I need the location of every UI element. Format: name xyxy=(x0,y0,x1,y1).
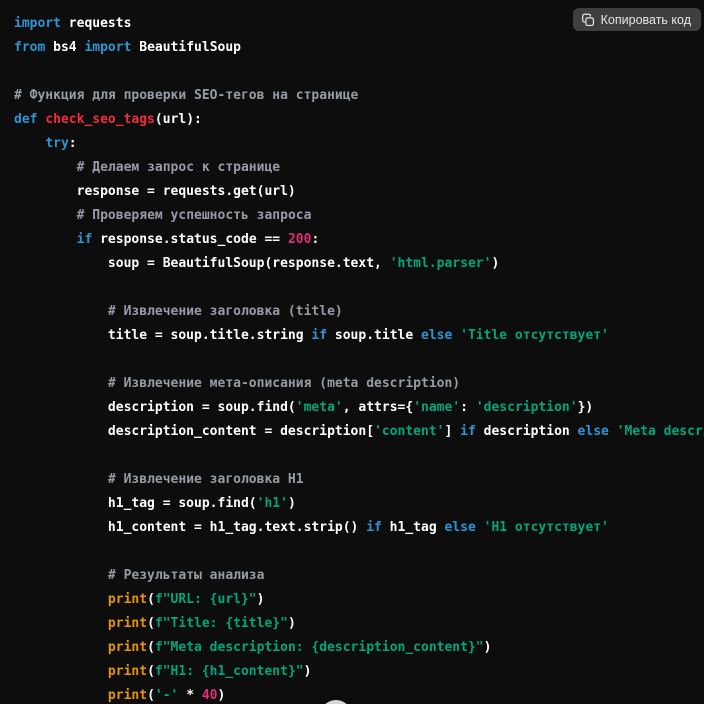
code-line: h1_content = h1_tag.text.strip() if h1_t… xyxy=(14,516,704,540)
code-line xyxy=(14,60,704,84)
code-line: if response.status_code == 200: xyxy=(14,228,704,252)
code-line: response = requests.get(url) xyxy=(14,180,704,204)
code-line: from bs4 import BeautifulSoup xyxy=(14,36,704,60)
code-line xyxy=(14,276,704,300)
code-line: try: xyxy=(14,132,704,156)
copy-code-button[interactable]: Копировать код xyxy=(573,8,701,31)
code-line: title = soup.title.string if soup.title … xyxy=(14,324,704,348)
code-line: soup = BeautifulSoup(response.text, 'htm… xyxy=(14,252,704,276)
code-line: print(f"Title: {title}") xyxy=(14,612,704,636)
code-line: def check_seo_tags(url): xyxy=(14,108,704,132)
code-content: import requestsfrom bs4 import Beautiful… xyxy=(0,0,704,704)
copy-icon xyxy=(581,13,595,27)
code-line xyxy=(14,444,704,468)
code-line: h1_tag = soup.find('h1') xyxy=(14,492,704,516)
code-line: description = soup.find('meta', attrs={'… xyxy=(14,396,704,420)
code-line: # Функция для проверки SEO-тегов на стра… xyxy=(14,84,704,108)
code-block: import requestsfrom bs4 import Beautiful… xyxy=(0,0,704,704)
code-line: # Извлечение заголовка H1 xyxy=(14,468,704,492)
code-line: print(f"H1: {h1_content}") xyxy=(14,660,704,684)
code-line: # Делаем запрос к странице xyxy=(14,156,704,180)
code-line: # Результаты анализа xyxy=(14,564,704,588)
code-line: print('-' * 40) xyxy=(14,684,704,704)
code-line: description_content = description['conte… xyxy=(14,420,704,444)
code-line: # Извлечение заголовка (title) xyxy=(14,300,704,324)
code-line: # Проверяем успешность запроса xyxy=(14,204,704,228)
code-line: # Извлечение мета-описания (meta descrip… xyxy=(14,372,704,396)
code-line: print(f"URL: {url}") xyxy=(14,588,704,612)
code-line xyxy=(14,348,704,372)
code-line xyxy=(14,540,704,564)
copy-code-label: Копировать код xyxy=(601,13,691,27)
code-line: print(f"Meta description: {description_c… xyxy=(14,636,704,660)
